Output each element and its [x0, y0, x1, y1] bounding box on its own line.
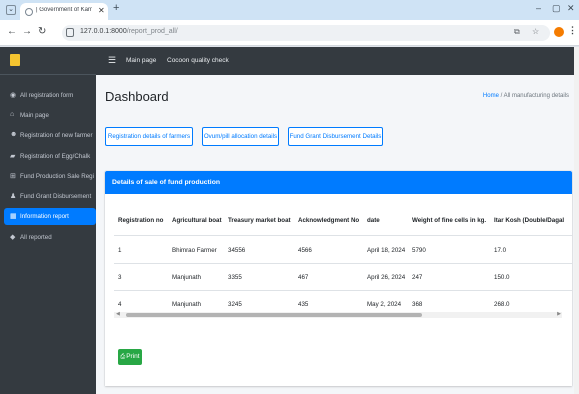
browser-tab[interactable]: | Government of Karnataka Silk ✕	[20, 3, 108, 20]
sidebar-item-main-page[interactable]: ⌂ Main page	[4, 107, 96, 124]
scroll-left-icon[interactable]: ◀	[116, 311, 120, 317]
sidebar-item-fund-grant-disbursement[interactable]: ♟ Fund Grant Disbursement	[4, 188, 96, 205]
url-text: 127.0.0.1:8000/report_prod_all/	[80, 28, 178, 35]
table-cell: 247	[412, 274, 423, 281]
table-cell: April 26, 2024	[367, 274, 406, 281]
column-header: Agricultural boat	[172, 217, 222, 224]
table-cell: 5790	[412, 247, 426, 254]
new-tab-button[interactable]: +	[113, 2, 119, 14]
registration-details-button[interactable]: Registration details of farmers	[105, 127, 193, 146]
menu-toggle-icon[interactable]: ☰	[108, 55, 116, 66]
brand-logo-icon	[10, 54, 20, 66]
bookmark-star-icon[interactable]: ☆	[532, 27, 539, 36]
column-header: Itar Kosh (Double/Dagal	[494, 217, 565, 224]
table-cell: 17.0	[494, 247, 507, 254]
report-card: Details of sale of fund production Regis…	[105, 171, 572, 386]
table-cell: Manjunath	[172, 301, 201, 308]
row-divider	[114, 263, 572, 264]
tab-close-icon[interactable]: ✕	[98, 6, 105, 15]
browser-toolbar: ← → ↻ 127.0.0.1:8000/report_prod_all/ ⧉ …	[0, 20, 579, 46]
scrollbar-thumb[interactable]	[126, 313, 422, 317]
sidebar-item-registration-egg-chalk[interactable]: ▰ Registration of Egg/Chalk	[4, 148, 96, 165]
breadcrumb: Home / All manufacturing details	[483, 93, 569, 99]
print-button[interactable]: ⎙Print	[118, 349, 142, 365]
report-table: Registration no Agricultural boat Treasu…	[105, 194, 572, 322]
table-cell: Manjunath	[172, 274, 201, 281]
table-cell: 4	[118, 301, 122, 308]
column-header: Weight of fine cells in kg.	[412, 217, 487, 224]
table-cell: 268.0	[494, 301, 510, 308]
page-vertical-scrollbar[interactable]	[574, 47, 579, 394]
restore-button[interactable]: ▢	[552, 3, 561, 14]
person-icon: ♟	[10, 193, 17, 200]
column-header: Acknowledgment No	[298, 217, 360, 224]
table-cell: 3355	[228, 274, 242, 281]
card-title: Details of sale of fund production	[112, 179, 220, 186]
table-cell: April 18, 2024	[367, 247, 406, 254]
tab-title: | Government of Karnataka Silk	[36, 7, 92, 13]
home-icon: ⌂	[10, 111, 15, 118]
row-divider	[114, 290, 572, 291]
printer-icon: ⎙	[120, 354, 126, 360]
minimize-button[interactable]: –	[536, 3, 541, 13]
breadcrumb-separator: /	[500, 93, 503, 99]
table-cell: 435	[298, 301, 309, 308]
sidebar-item-all-reported[interactable]: ◆ All reported	[4, 229, 96, 246]
table-cell: May 2, 2024	[367, 301, 402, 308]
table-cell: 34556	[228, 247, 246, 254]
browser-tab-bar: ⌄ | Government of Karnataka Silk ✕ + – ▢…	[0, 0, 579, 20]
table-horizontal-scrollbar[interactable]: ◀ ▶	[114, 311, 562, 318]
sidebar-item-information-report[interactable]: ▦ Information report	[4, 208, 96, 225]
sidebar-item-all-registration-form[interactable]: ◉ All registration form	[4, 87, 96, 104]
table-cell: 150.0	[494, 274, 510, 281]
column-header: date	[367, 217, 380, 224]
app: ◉ All registration form ⌂ Main page ☻ Re…	[0, 47, 579, 394]
breadcrumb-home-link[interactable]: Home	[483, 93, 499, 99]
ovum-allocation-button[interactable]: Ovum/pill allocation details	[202, 127, 279, 146]
card-header: Details of sale of fund production	[105, 171, 572, 194]
table-icon: ▦	[10, 213, 17, 220]
brand[interactable]	[0, 47, 96, 75]
column-header: Registration no	[118, 217, 164, 224]
content-area: Dashboard Home / All manufacturing detai…	[96, 75, 579, 394]
table-cell: Bhimrao Farmer	[172, 247, 217, 254]
scroll-right-icon[interactable]: ▶	[557, 311, 561, 317]
user-circle-icon: ☻	[10, 131, 18, 138]
top-navbar: ☰ Main page Cocoon quality check	[96, 47, 579, 75]
table-cell: 368	[412, 301, 423, 308]
sidebar-item-registration-new-farmer[interactable]: ☻ Registration of new farmer	[4, 127, 96, 144]
forward-arrow-icon[interactable]: →	[22, 26, 32, 37]
column-header: Treasury market boat	[228, 217, 291, 224]
sidebar: ◉ All registration form ⌂ Main page ☻ Re…	[0, 47, 96, 394]
sidebar-item-fund-production-sale[interactable]: ⊞ Fund Production Sale Regi	[4, 168, 96, 185]
breadcrumb-current: All manufacturing details	[503, 93, 569, 99]
tag-icon: ◆	[10, 234, 16, 241]
cart-icon: ⊞	[10, 173, 16, 180]
address-bar[interactable]: 127.0.0.1:8000/report_prod_all/ ⧉ ☆	[62, 25, 550, 41]
truck-icon: ▰	[10, 153, 16, 160]
globe-icon	[25, 8, 33, 16]
table-cell: 1	[118, 247, 122, 254]
header-divider	[114, 235, 572, 236]
profile-avatar-icon[interactable]	[554, 27, 564, 37]
page-info-icon[interactable]	[66, 28, 74, 37]
table-cell: 4566	[298, 247, 312, 254]
nav-link-cocoon-quality-check[interactable]: Cocoon quality check	[167, 57, 229, 64]
nav-link-main-page[interactable]: Main page	[126, 57, 156, 64]
translate-icon[interactable]: ⧉	[514, 27, 520, 37]
browser-menu-icon[interactable]: ⋮	[568, 25, 577, 36]
page-title: Dashboard	[105, 89, 169, 104]
fund-grant-disbursement-button[interactable]: Fund Grant Disbursement Details	[288, 127, 383, 146]
gauge-icon: ◉	[10, 92, 17, 99]
back-arrow-icon[interactable]: ←	[7, 26, 17, 37]
table-cell: 467	[298, 274, 309, 281]
reload-icon[interactable]: ↻	[38, 26, 46, 37]
tab-search-button[interactable]: ⌄	[6, 5, 16, 15]
table-cell: 3245	[228, 301, 242, 308]
close-window-button[interactable]: ✕	[567, 3, 575, 14]
table-cell: 3	[118, 274, 122, 281]
